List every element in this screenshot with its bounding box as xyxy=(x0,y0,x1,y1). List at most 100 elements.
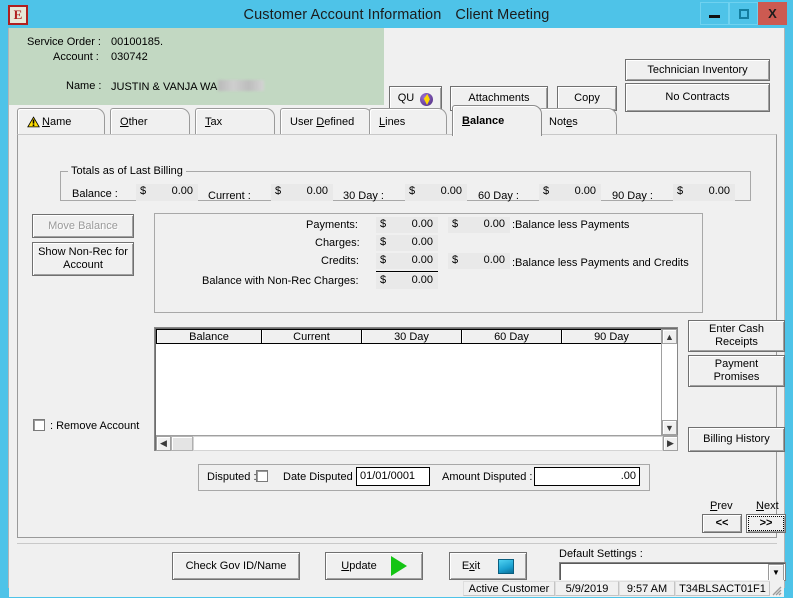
aging-grid[interactable]: Balance Current 30 Day 60 Day 90 Day ▲ ▼… xyxy=(154,327,678,451)
tab-name[interactable]: Name xyxy=(17,108,105,135)
totals-30day-label: 30 Day : xyxy=(343,190,384,202)
prev-label: Prev xyxy=(710,500,733,512)
grid-col-balance[interactable]: Balance xyxy=(156,329,262,344)
totals-current-label: Current : xyxy=(208,190,251,202)
maximize-icon[interactable] xyxy=(729,2,758,25)
totals-balance-field: $0.00 xyxy=(136,184,198,201)
customer-name-value: JUSTIN & VANJA WA xyxy=(111,80,265,93)
account-label: Account : xyxy=(53,51,99,63)
technician-inventory-button[interactable]: Technician Inventory xyxy=(625,59,770,81)
warning-icon xyxy=(27,116,40,128)
totals-current-field: $0.00 xyxy=(271,184,333,201)
balance-less-payments-label: :Balance less Payments xyxy=(512,219,630,231)
hscroll-thumb[interactable] xyxy=(171,436,193,451)
status-time: 9:57 AM xyxy=(619,581,675,596)
grid-col-90day[interactable]: 90 Day xyxy=(562,329,662,344)
totals-60day-field: $0.00 xyxy=(539,184,601,201)
scroll-down-icon[interactable]: ▼ xyxy=(662,420,677,435)
move-balance-button[interactable]: Move Balance xyxy=(32,214,134,238)
disputed-checkbox[interactable] xyxy=(256,470,268,482)
resize-grip-icon[interactable] xyxy=(770,584,782,596)
client-area: Service Order : 00100185. Account : 0307… xyxy=(8,28,786,597)
window-title-main: Customer Account Information xyxy=(243,7,442,23)
grid-horizontal-scrollbar[interactable]: ◀ ▶ xyxy=(156,435,678,451)
play-triangle-icon xyxy=(390,556,407,576)
prev-button[interactable]: << xyxy=(702,514,742,533)
scroll-left-icon[interactable]: ◀ xyxy=(156,436,171,451)
payments-field: $0.00 xyxy=(376,217,438,233)
status-bar: Active Customer 5/9/2019 9:57 AM T34BLSA… xyxy=(9,580,784,597)
exit-square-icon xyxy=(498,558,515,574)
tab-tax[interactable]: Tax xyxy=(195,108,275,135)
update-button[interactable]: Update xyxy=(325,552,423,580)
tab-other-label: Other xyxy=(120,116,148,128)
date-disputed-label: Date Disputed : xyxy=(283,471,359,483)
tab-user-defined-label: User Defined xyxy=(290,116,355,128)
totals-90day-field: $0.00 xyxy=(673,184,735,201)
scroll-right-icon[interactable]: ▶ xyxy=(663,436,678,451)
summary-divider xyxy=(376,271,438,272)
balance-non-rec-label: Balance with Non-Rec Charges: xyxy=(202,275,359,287)
remove-account-checkbox[interactable] xyxy=(33,419,45,431)
balance-less-payments-field: $0.00 xyxy=(448,217,510,233)
grid-vertical-scrollbar[interactable]: ▲ ▼ xyxy=(661,329,677,435)
default-settings-combo[interactable]: ▼ xyxy=(559,562,786,581)
payment-promises-button[interactable]: Payment Promises xyxy=(688,355,785,387)
aging-grid-header: Balance Current 30 Day 60 Day 90 Day xyxy=(156,329,662,344)
tab-tax-label: Tax xyxy=(205,116,223,128)
totals-balance-label: Balance : xyxy=(72,188,118,200)
credits-field: $0.00 xyxy=(376,253,438,269)
disputed-label: Disputed : xyxy=(207,471,257,483)
window-title: Customer Account Information Client Meeti… xyxy=(0,0,793,30)
status-terminal: T34BLSACT01F1 xyxy=(675,581,770,596)
scroll-up-icon[interactable]: ▲ xyxy=(662,329,677,344)
chevron-down-icon[interactable]: ▼ xyxy=(768,564,784,581)
credits-label: Credits: xyxy=(321,255,359,267)
grid-col-current[interactable]: Current xyxy=(262,329,362,344)
tab-other[interactable]: Other xyxy=(110,108,190,135)
exit-button-label: Exit xyxy=(461,559,481,572)
tab-lines[interactable]: Lines xyxy=(369,108,447,135)
billing-history-button[interactable]: Billing History xyxy=(688,427,785,452)
title-bar: E Customer Account Information Client Mee… xyxy=(0,0,793,30)
default-settings-label: Default Settings : xyxy=(559,548,643,560)
close-icon[interactable]: X xyxy=(758,2,787,25)
balance-tab-page: Totals as of Last Billing Balance : $0.0… xyxy=(17,134,786,538)
payments-label: Payments: xyxy=(306,219,358,231)
tab-lines-label: Lines xyxy=(379,116,406,128)
charges-label: Charges: xyxy=(315,237,360,249)
balance-less-payments-credits-field: $0.00 xyxy=(448,253,510,269)
show-non-rec-button[interactable]: Show Non-Rec for Account xyxy=(32,242,134,276)
grid-col-60day[interactable]: 60 Day xyxy=(462,329,562,344)
update-button-label: Update xyxy=(341,559,377,572)
totals-group-title: Totals as of Last Billing xyxy=(68,165,186,177)
command-bar: Check Gov ID/Name Update Exit Default Se… xyxy=(17,543,786,581)
service-order-label: Service Order : xyxy=(27,36,101,48)
status-date: 5/9/2019 xyxy=(555,581,619,596)
grid-col-30day[interactable]: 30 Day xyxy=(362,329,462,344)
minimize-icon[interactable] xyxy=(700,2,729,25)
customer-info-panel: Service Order : 00100185. Account : 0307… xyxy=(9,28,384,105)
amount-disputed-input[interactable]: .00 xyxy=(534,467,640,486)
tab-name-label: Name xyxy=(42,116,72,128)
balance-non-rec-field: $0.00 xyxy=(376,273,438,289)
window-controls: X xyxy=(700,2,787,26)
tab-notes[interactable]: Notes xyxy=(539,108,617,135)
next-button[interactable]: >> xyxy=(746,514,786,533)
service-order-value: 00100185. xyxy=(111,36,163,48)
customer-name-label: Name : xyxy=(66,80,102,92)
check-gov-id-button[interactable]: Check Gov ID/Name xyxy=(172,552,300,580)
totals-30day-field: $0.00 xyxy=(405,184,467,201)
tab-balance-label: Balance xyxy=(462,115,505,127)
exit-button[interactable]: Exit xyxy=(449,552,527,580)
account-value: 030742 xyxy=(111,51,148,63)
tab-balance[interactable]: Balance xyxy=(452,105,542,136)
amount-disputed-label: Amount Disputed : xyxy=(442,471,533,483)
charges-field: $0.00 xyxy=(376,235,438,251)
next-label: Next xyxy=(756,500,779,512)
balance-less-payments-credits-label: :Balance less Payments and Credits xyxy=(512,257,689,269)
date-disputed-input[interactable]: 01/01/0001 xyxy=(356,467,430,486)
tab-user-defined[interactable]: User Defined xyxy=(280,108,373,135)
enter-cash-receipts-button[interactable]: Enter Cash Receipts xyxy=(688,320,785,352)
window-title-sub: Client Meeting xyxy=(455,7,550,23)
